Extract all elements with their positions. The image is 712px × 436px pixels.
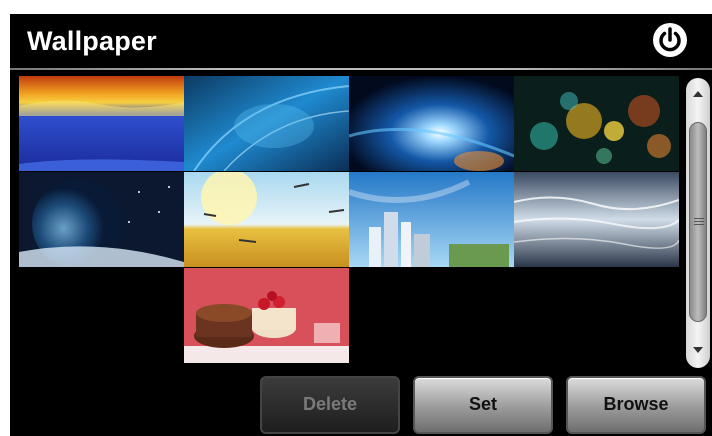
wallpaper-thumb-city-skyline-blue[interactable] [349, 172, 514, 267]
wallpaper-thumb-bokeh-lights[interactable] [514, 76, 679, 171]
wallpaper-screen: Wallpaper Delete Set Browse [10, 14, 712, 436]
scroll-up-arrow-icon[interactable] [690, 88, 706, 100]
vertical-scrollbar[interactable] [686, 78, 710, 368]
browse-button[interactable]: Browse [566, 376, 706, 434]
wallpaper-thumb-blue-light-burst[interactable] [349, 76, 514, 171]
delete-button[interactable]: Delete [260, 376, 400, 434]
scrollbar-thumb[interactable] [689, 122, 707, 322]
header-bar: Wallpaper [10, 14, 712, 66]
power-icon[interactable] [652, 22, 688, 58]
wallpaper-thumb-wheat-field-dragonflies[interactable] [184, 172, 349, 267]
page-title: Wallpaper [27, 26, 157, 56]
wallpaper-thumb-blue-abstract-swirl[interactable] [184, 76, 349, 171]
wallpaper-thumb-earth-from-space[interactable] [19, 172, 184, 267]
wallpaper-thumb-silver-waves[interactable] [514, 172, 679, 267]
scroll-down-arrow-icon[interactable] [690, 344, 706, 356]
wallpaper-thumb-strawberry-cakes[interactable] [184, 268, 349, 363]
wallpaper-thumb-sunset-fire-sky[interactable] [19, 76, 184, 171]
header-divider [10, 68, 712, 70]
set-button[interactable]: Set [413, 376, 553, 434]
